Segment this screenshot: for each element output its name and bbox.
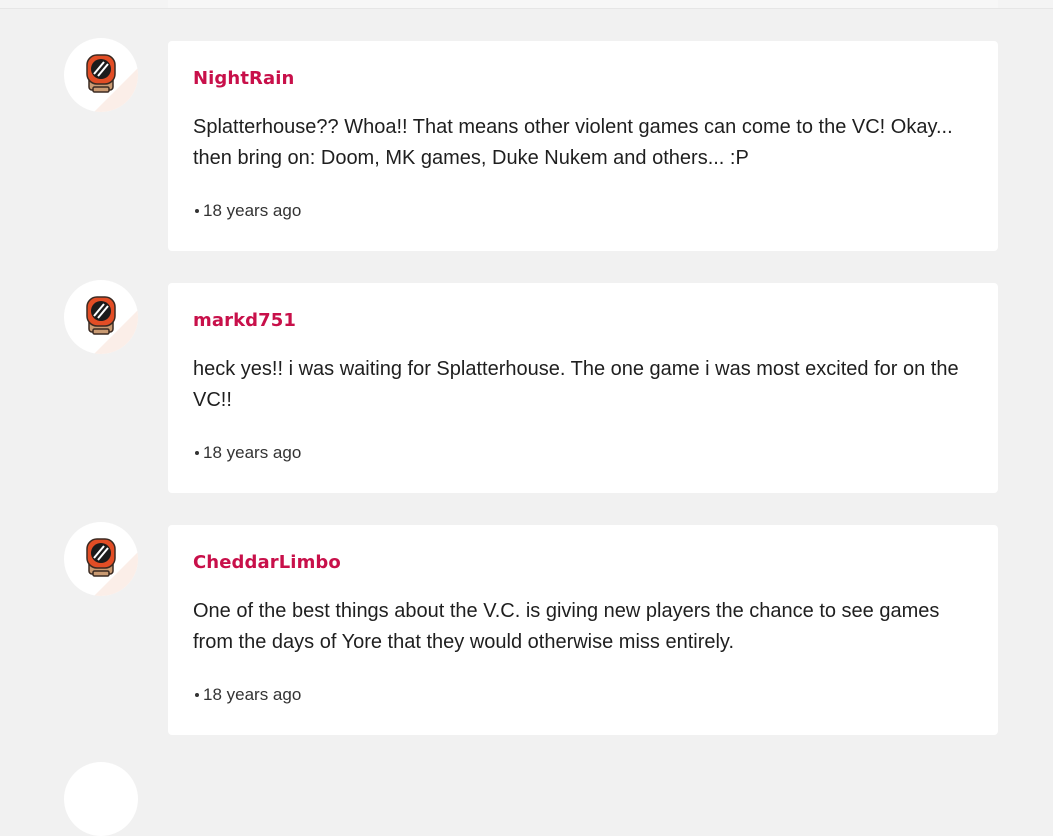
comment-timestamp[interactable]: 18 years ago [203,443,301,463]
comment-body: heck yes!! i was waiting for Splatterhou… [193,358,959,411]
comment-timestamp[interactable]: 18 years ago [203,685,301,705]
bullet-icon [195,693,199,697]
comment-username[interactable]: NightRain [193,68,294,89]
comment-item: CheddarLimbo One of the best things abou… [0,522,1053,737]
user-avatar[interactable] [64,280,138,354]
comment-meta: 18 years ago [195,443,301,463]
comment-username[interactable]: markd751 [193,310,296,331]
comment-timestamp[interactable]: 18 years ago [203,201,301,221]
comment-item: markd751 heck yes!! i was waiting for Sp… [0,280,1053,495]
next-comment-avatar [64,762,138,836]
comment-meta: 18 years ago [195,685,301,705]
comment-card: CheddarLimbo One of the best things abou… [168,525,998,735]
comment-card: markd751 heck yes!! i was waiting for Sp… [168,283,998,493]
comment-body: One of the best things about the V.C. is… [193,600,940,653]
bullet-icon [195,451,199,455]
user-avatar[interactable] [64,38,138,112]
comment-username[interactable]: CheddarLimbo [193,552,341,573]
comment-card: NightRain Splatterhouse?? Whoa!! That me… [168,41,998,251]
previous-card-edge [168,0,998,8]
comment-body: Splatterhouse?? Whoa!! That means other … [193,116,953,169]
comment-meta: 18 years ago [195,201,301,221]
comment-item: NightRain Splatterhouse?? Whoa!! That me… [0,38,1053,253]
user-avatar[interactable] [64,522,138,596]
bullet-icon [195,209,199,213]
masked-face-avatar-icon [86,538,116,577]
masked-face-avatar-icon [86,54,116,93]
masked-face-avatar-icon [86,296,116,335]
